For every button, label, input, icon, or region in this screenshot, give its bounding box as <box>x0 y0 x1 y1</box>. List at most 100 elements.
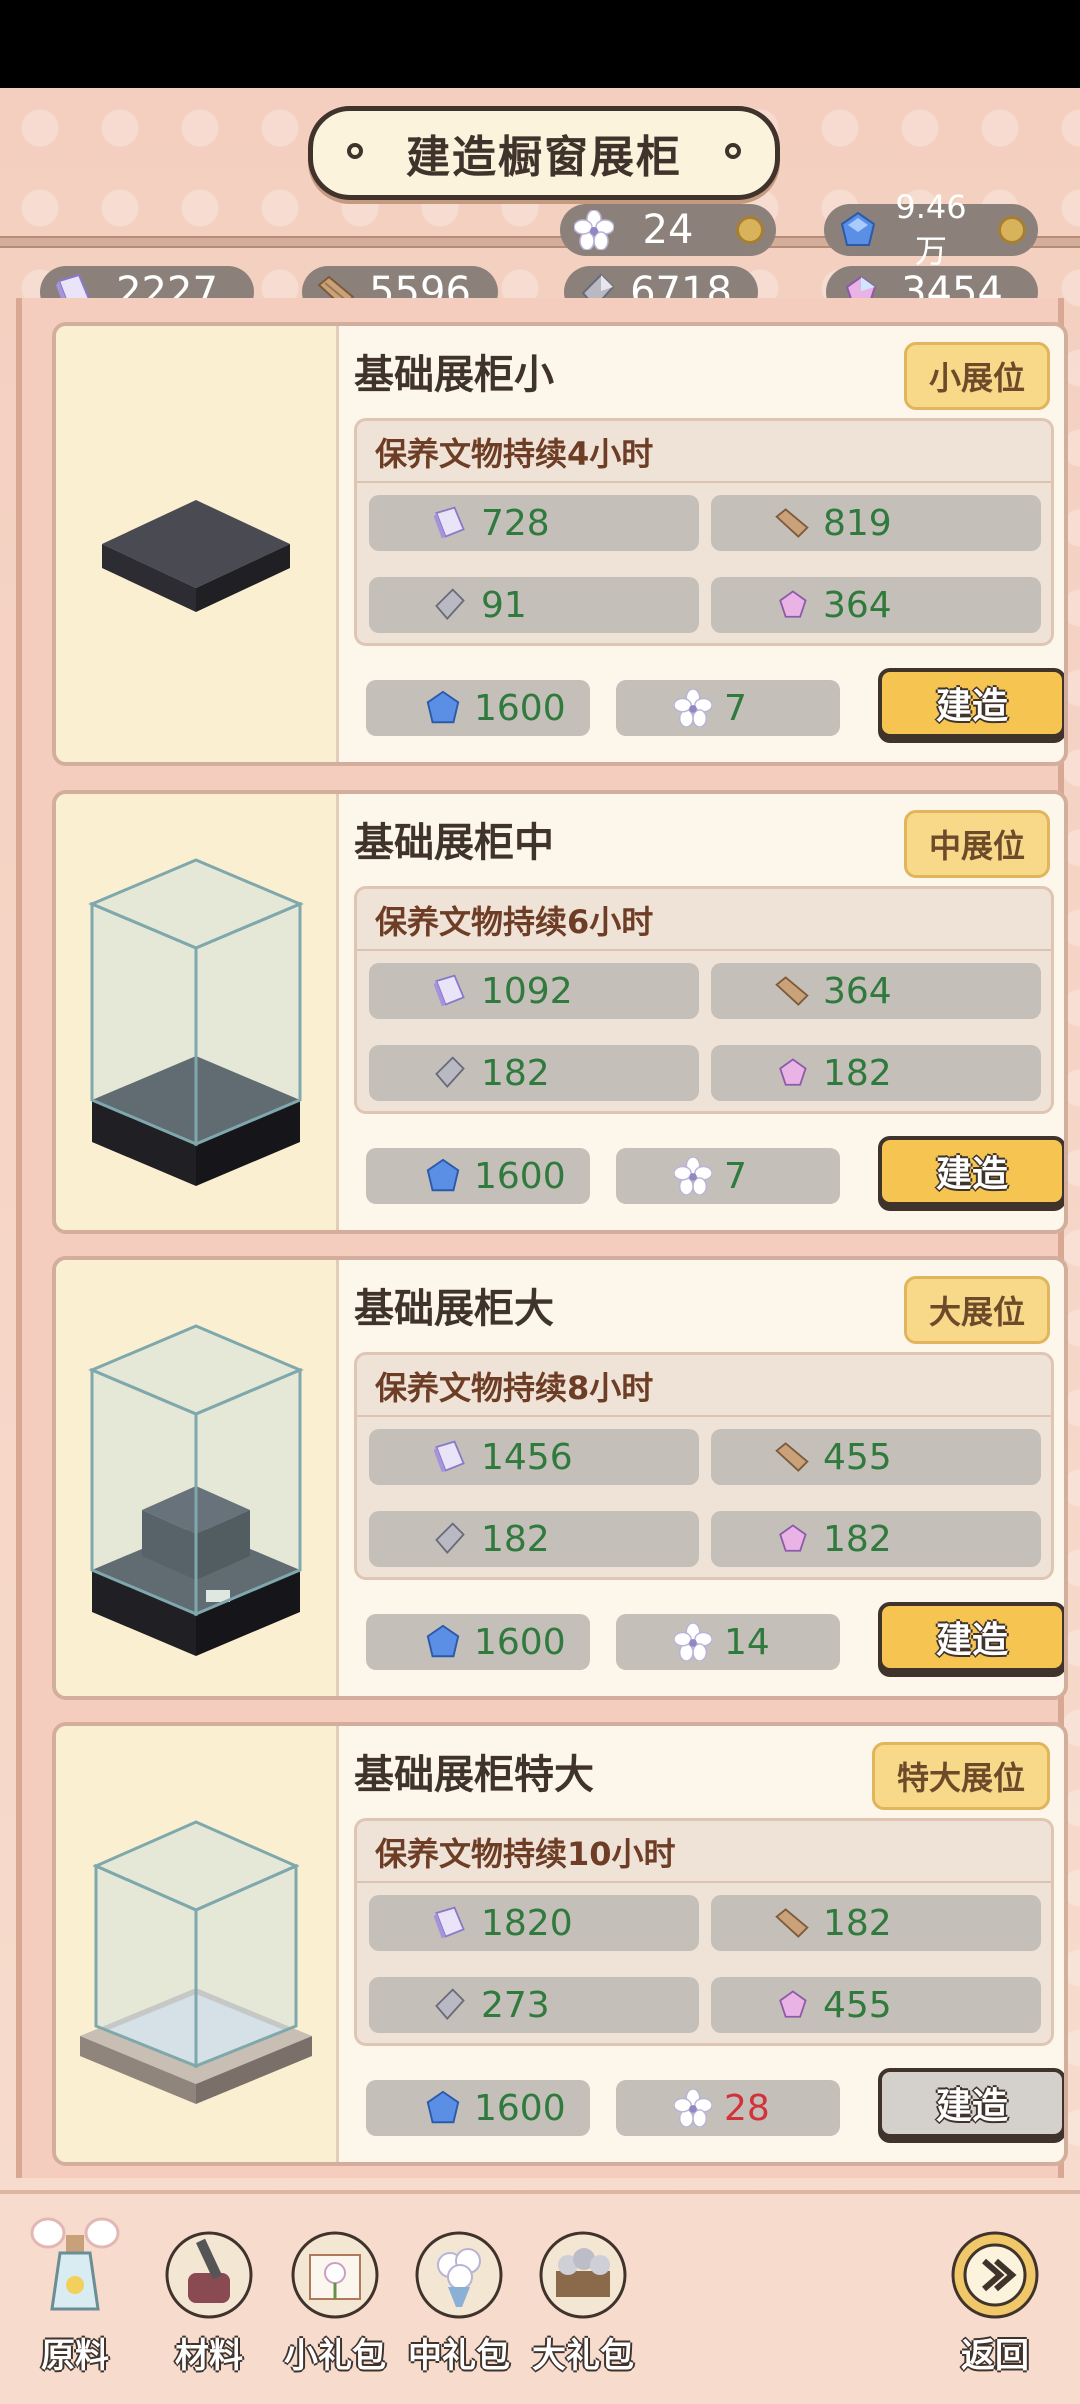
resource-cost: 182 <box>711 1895 1041 1951</box>
resource-cost: 455 <box>711 1429 1041 1485</box>
mortar-icon <box>161 2212 257 2322</box>
gray-crystal-icon <box>429 1518 471 1560</box>
resource-value: 1820 <box>481 1902 573 1944</box>
flower-icon <box>672 1155 714 1197</box>
flower-cost-value: 28 <box>724 2087 770 2129</box>
add-coin-icon[interactable] <box>998 216 1026 244</box>
flower-cost: 7 <box>616 1148 840 1204</box>
resource-value: 182 <box>823 1052 892 1094</box>
pink-crystal-icon <box>771 1518 813 1560</box>
gem-cost: 1600 <box>366 1148 590 1204</box>
nav-return[interactable]: 返回 <box>940 2212 1050 2382</box>
cabinet-image <box>56 326 339 762</box>
cabinet-image <box>56 1726 339 2162</box>
resource-cost: 273 <box>369 1977 699 2033</box>
flower-cost: 28 <box>616 2080 840 2136</box>
plaque-dot-left <box>347 143 363 159</box>
bonus-box: 保养文物持续10小时 1820 182 273 455 <box>354 1818 1054 2046</box>
resource-value: 182 <box>823 1518 892 1560</box>
nav-raw-materials[interactable]: 原料 <box>20 2212 130 2382</box>
resource-value: 728 <box>481 502 550 544</box>
pink-crystal-icon <box>771 1052 813 1094</box>
build-button-disabled[interactable]: 建造 <box>878 2068 1064 2138</box>
flower-cost-value: 14 <box>724 1621 770 1663</box>
plaque-dot-right <box>725 143 741 159</box>
flower-cost: 14 <box>616 1614 840 1670</box>
flower-cost: 7 <box>616 680 840 736</box>
bonus-box: 保养文物持续6小时 1092 364 182 182 <box>354 886 1054 1114</box>
gem-cost-value: 1600 <box>474 1621 566 1663</box>
purple-book-icon <box>429 502 471 544</box>
nav-label: 大礼包 <box>532 2336 634 2376</box>
cabinet-name: 基础展柜中 <box>354 820 554 866</box>
purple-book-icon <box>429 970 471 1012</box>
pink-crystal-icon <box>771 1984 813 2026</box>
nav-large-gift[interactable]: 大礼包 <box>528 2212 638 2382</box>
resource-value: 91 <box>481 584 527 626</box>
bonus-box: 保养文物持续8小时 1456 455 182 182 <box>354 1352 1054 1580</box>
page-title: 建造橱窗展柜 <box>406 132 682 183</box>
nav-medium-gift[interactable]: 中礼包 <box>404 2212 514 2382</box>
bonus-text: 保养文物持续6小时 <box>375 903 654 941</box>
slot-size-tag: 中展位 <box>903 810 1050 878</box>
gray-crystal-icon <box>429 584 471 626</box>
wood-plank-icon <box>771 502 813 544</box>
bonus-box: 保养文物持续4小时 728 819 91 364 <box>354 418 1054 646</box>
potion-bottle-icon <box>27 2212 123 2322</box>
large-glass-cabinet-icon <box>88 1324 304 1656</box>
resource-value: 182 <box>481 1518 550 1560</box>
nav-label: 材料 <box>175 2336 243 2376</box>
purple-book-icon <box>429 1436 471 1478</box>
gem-cost: 1600 <box>366 2080 590 2136</box>
resource-cost: 364 <box>711 963 1041 1019</box>
blue-gem-icon <box>422 1621 464 1663</box>
gem-currency[interactable]: 9.46万 <box>824 188 1038 270</box>
gem-cost: 1600 <box>366 1614 590 1670</box>
return-icon <box>947 2212 1043 2322</box>
resource-value: 455 <box>823 1984 892 2026</box>
resource-cost: 819 <box>711 495 1041 551</box>
bonus-text: 保养文物持续8小时 <box>375 1369 654 1407</box>
nav-materials[interactable]: 材料 <box>154 2212 264 2382</box>
cabinet-card-large: 基础展柜大 大展位 保养文物持续8小时 1456 455 182 182 160… <box>52 1256 1068 1700</box>
cabinet-image <box>56 1260 339 1696</box>
resource-cost: 91 <box>369 577 699 633</box>
resource-cost: 182 <box>711 1511 1041 1567</box>
nav-label: 返回 <box>961 2336 1029 2376</box>
bottom-nav: 原料 材料 小礼包 中礼包 大礼包 返回 <box>0 2190 1080 2404</box>
slot-size-tag: 特大展位 <box>871 1742 1050 1810</box>
title-plaque: 建造橱窗展柜 <box>308 106 780 200</box>
resource-value: 1456 <box>481 1436 573 1478</box>
small-gift-icon <box>287 2212 383 2322</box>
cabinet-name: 基础展柜特大 <box>354 1752 594 1798</box>
cabinet-list[interactable]: 基础展柜小 小展位 保养文物持续4小时 728 819 91 364 1600 … <box>16 298 1068 2178</box>
small-cabinet-icon <box>102 500 290 612</box>
flower-currency[interactable]: 24 <box>560 204 776 256</box>
nav-small-gift[interactable]: 小礼包 <box>280 2212 390 2382</box>
gem-cost-value: 1600 <box>474 2087 566 2129</box>
resource-cost: 182 <box>369 1045 699 1101</box>
resource-cost: 1820 <box>369 1895 699 1951</box>
flower-icon <box>672 1621 714 1663</box>
divider <box>357 1415 1051 1417</box>
resource-value: 455 <box>823 1436 892 1478</box>
build-button[interactable]: 建造 <box>878 1602 1064 1672</box>
slot-size-tag: 大展位 <box>903 1276 1050 1344</box>
cabinet-name: 基础展柜小 <box>354 352 554 398</box>
resource-value: 364 <box>823 584 892 626</box>
build-button[interactable]: 建造 <box>878 668 1064 738</box>
resource-value: 182 <box>481 1052 550 1094</box>
medium-glass-cabinet-icon <box>88 858 304 1186</box>
add-coin-icon[interactable] <box>736 216 764 244</box>
resource-cost: 182 <box>711 1045 1041 1101</box>
blue-gem-icon <box>422 1155 464 1197</box>
purple-book-icon <box>429 1902 471 1944</box>
resource-cost: 728 <box>369 495 699 551</box>
divider <box>357 481 1051 483</box>
bonus-text: 保养文物持续4小时 <box>375 435 654 473</box>
wood-plank-icon <box>771 1436 813 1478</box>
resource-value: 819 <box>823 502 892 544</box>
extra-large-glass-cabinet-icon <box>80 1820 312 2104</box>
medium-gift-icon <box>411 2212 507 2322</box>
build-button[interactable]: 建造 <box>878 1136 1064 1206</box>
